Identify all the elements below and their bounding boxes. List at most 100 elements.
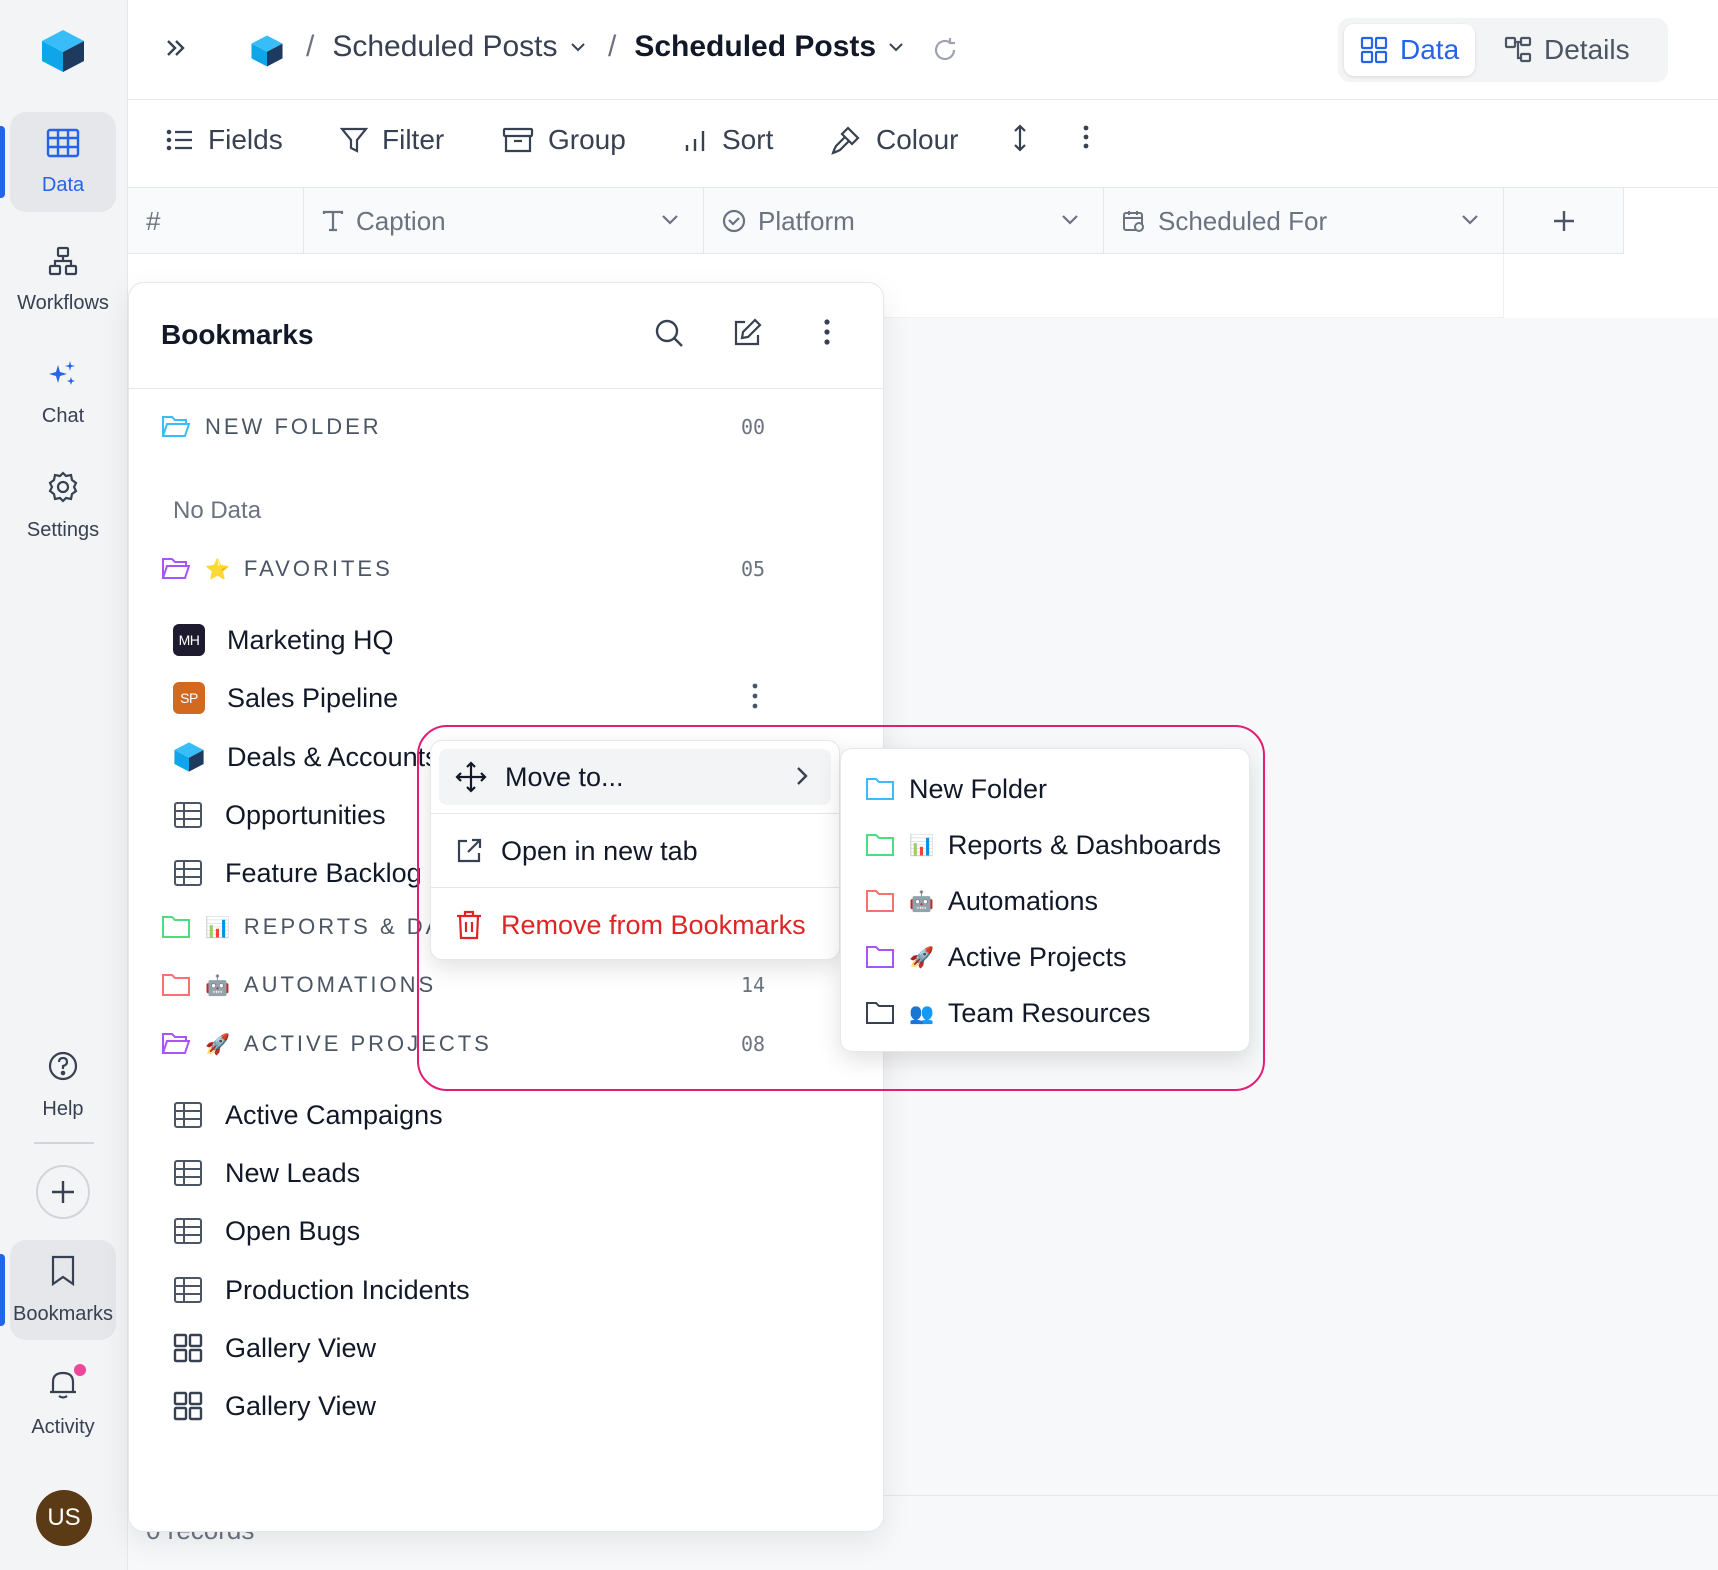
filter-button[interactable]: Filter [340,124,444,156]
colour-button[interactable]: Colour [830,124,958,156]
robot-icon: 🤖 [205,974,230,997]
rail-item-activity[interactable]: Activity [10,1353,116,1453]
rail-item-label: Settings [26,518,100,541]
breadcrumb-base[interactable]: / Scheduled Posts [306,30,588,64]
open-new-tab-menu-item[interactable]: Open in new tab [439,823,831,879]
folder-icon [162,916,190,938]
folder-icon [162,974,190,996]
move-target-automations[interactable]: 🤖 Automations [865,879,1098,923]
base-logo-icon [250,34,284,73]
column-header-scheduled-for[interactable]: Scheduled For [1104,188,1504,254]
star-icon: ⭐ [205,558,230,581]
schema-icon [1504,36,1532,63]
bookmark-item-new-leads[interactable]: New Leads [173,1151,863,1195]
chevron-down-icon [889,43,903,52]
gallery-icon [173,1333,203,1363]
move-to-submenu: New Folder 📊 Reports & Dashboards 🤖 Auto… [840,748,1250,1052]
search-icon[interactable] [653,317,685,354]
column-header-index[interactable]: # [128,188,304,254]
folder-open-icon [161,558,191,579]
bookmark-item-gallery-view[interactable]: Gallery View [173,1384,863,1428]
rail-item-workflows[interactable]: Workflows [10,230,116,330]
folder-icon [866,1002,894,1024]
folder-active-projects[interactable]: 🚀 ACTIVE PROJECTS 08 [161,1024,861,1064]
rocket-icon: 🚀 [909,946,934,969]
sparkle-icon [48,359,78,395]
row-height-icon[interactable] [1010,124,1030,152]
sort-button[interactable]: Sort [684,124,773,156]
move-target-reports-dashboards[interactable]: 📊 Reports & Dashboards [865,823,1221,867]
plus-icon [52,1181,74,1203]
filter-icon [340,127,368,153]
bookmark-item-production-incidents[interactable]: Production Incidents [173,1268,863,1312]
breadcrumb-table[interactable]: / Scheduled Posts [608,30,906,64]
bookmark-item-sales-pipeline[interactable]: SP Sales Pipeline [173,676,863,720]
bookmark-item-active-campaigns[interactable]: Active Campaigns [173,1093,863,1137]
more-options-icon[interactable] [823,317,831,352]
bell-icon [48,1368,78,1406]
fields-button[interactable]: Fields [166,124,283,156]
gear-icon [47,470,79,509]
bookmark-item-open-bugs[interactable]: Open Bugs [173,1209,863,1253]
empty-folder-text: No Data [173,497,262,524]
move-target-team-resources[interactable]: 👥 Team Resources [865,991,1151,1035]
rail-item-label: Workflows [17,291,109,314]
table-icon [174,1102,202,1128]
calendar-icon [1123,211,1144,232]
column-header-platform[interactable]: Platform [704,188,1104,254]
move-to-menu-item[interactable]: Move to... [439,749,831,805]
bookmarks-panel-header: Bookmarks [129,283,883,389]
rail-item-chat[interactable]: Chat [10,343,116,443]
notification-dot [74,1364,86,1376]
edit-icon[interactable] [731,317,763,354]
table-icon [174,802,202,828]
top-bar: / Scheduled Posts / Scheduled Posts Data… [128,0,1718,100]
app-logo-icon[interactable] [40,28,86,79]
rail-divider [34,1142,94,1144]
group-button[interactable]: Group [502,124,626,156]
column-header-caption[interactable]: Caption [304,188,704,254]
add-column-button[interactable] [1504,188,1624,254]
view-data-button[interactable]: Data [1344,24,1476,76]
menu-separator [431,813,839,814]
rail-item-label: Chat [41,404,85,427]
rail-item-help[interactable]: Help [10,1035,116,1135]
rail-item-label: Bookmarks [12,1302,114,1325]
folder-favorites[interactable]: ⭐ FAVORITES 05 [161,549,861,589]
folder-automations[interactable]: 🤖 AUTOMATIONS 14 [161,965,861,1005]
view-details-button[interactable]: Details [1488,24,1646,76]
chevron-right-icon [797,767,808,785]
workspace-badge: SP [173,682,205,714]
gallery-icon [173,1391,203,1421]
move-icon [455,761,487,793]
menu-separator [431,887,839,888]
sort-icon [685,131,705,151]
chevron-down-icon [570,43,585,52]
group-icon [502,127,534,153]
robot-icon: 🤖 [909,890,934,913]
text-type-icon [322,210,344,232]
item-more-icon[interactable] [751,682,759,717]
folder-new-folder[interactable]: NEW FOLDER 00 [161,407,861,447]
user-avatar[interactable]: US [36,1490,92,1546]
refresh-icon[interactable] [932,37,958,68]
rail-item-settings[interactable]: Settings [10,456,116,556]
folder-open-icon [161,1033,191,1054]
rail-item-data[interactable]: Data [0,112,116,212]
rail-item-bookmarks[interactable]: Bookmarks [0,1240,116,1340]
expand-sidebar-icon[interactable] [164,36,188,65]
move-target-new-folder[interactable]: New Folder [865,767,1047,811]
chart-icon: 📊 [909,834,934,857]
folder-icon [866,890,894,912]
table-icon [174,1218,202,1244]
folder-icon [866,946,894,968]
bookmark-item-marketing-hq[interactable]: MH Marketing HQ [173,618,863,662]
add-workspace-button[interactable] [36,1165,90,1219]
grid-icon [1360,36,1388,64]
move-target-active-projects[interactable]: 🚀 Active Projects [865,935,1126,979]
bookmark-item-gallery-view[interactable]: Gallery View [173,1326,863,1370]
remove-bookmark-menu-item[interactable]: Remove from Bookmarks [439,897,831,953]
more-options-icon[interactable] [1082,124,1090,150]
table-icon [46,128,80,164]
chart-icon: 📊 [205,916,230,939]
